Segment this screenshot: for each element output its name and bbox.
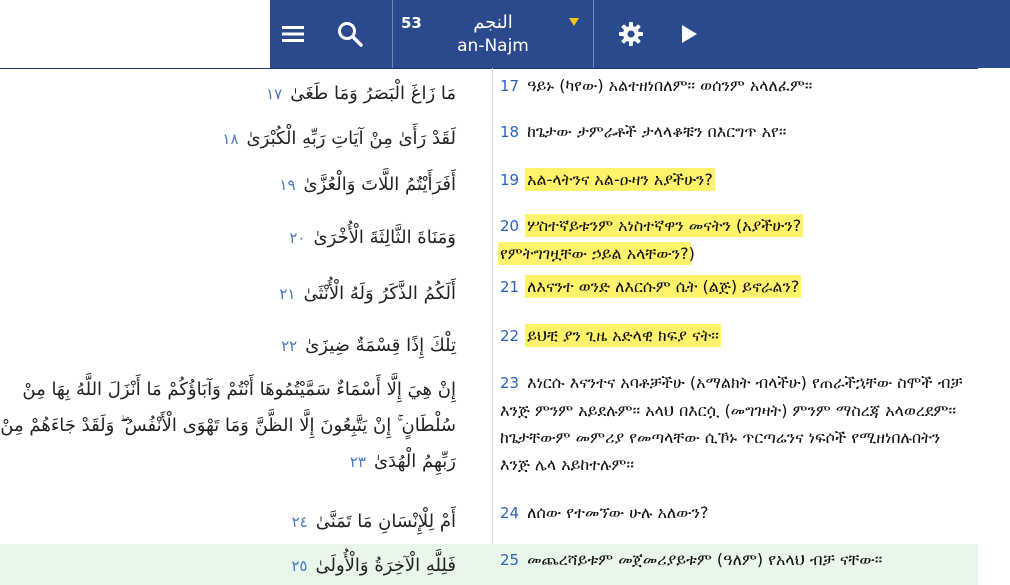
verse-number: 25 bbox=[500, 551, 520, 569]
arabic-text: أَلَكُمُ الذَّكَرُ وَلَهُ الْأُنْثَىٰ ٢١ bbox=[0, 276, 456, 312]
translation-text: 24 ለሰው የተመኘው ሁሉ አለውን? bbox=[500, 499, 970, 527]
surah-name-arabic: النجم bbox=[473, 12, 513, 33]
arabic-verse-number: ٢٤ bbox=[291, 513, 308, 531]
search-button[interactable] bbox=[324, 0, 376, 68]
translation-text: 22 ይህቺ ያን ጊዜ አድላዊ ክፍያ ናት፡፡ bbox=[500, 322, 970, 350]
verse-number: 22 bbox=[500, 327, 520, 345]
highlighted-translation: ለእናንተ ወንድ ለእርሱም ሴት (ልጅ) ይኖራልን? bbox=[527, 277, 800, 296]
arabic-verse-text: لَقَدْ رَأَىٰ مِنْ آيَاتِ رَبِّهِ الْكُب… bbox=[246, 128, 456, 149]
arabic-verse-number: ٢٥ bbox=[291, 557, 308, 575]
arabic-text: إِنْ هِيَ إِلَّا أَسْمَاءٌ سَمَّيْتُمُوه… bbox=[0, 372, 456, 480]
top-toolbar: 53 النجم an-Najm bbox=[0, 0, 1010, 69]
surah-name-latin: an-Najm bbox=[457, 36, 529, 56]
verse-number: 17 bbox=[500, 77, 520, 95]
toolbar-left-blank bbox=[0, 0, 270, 68]
translation-text: 20 ሦስተኛይቱንም አነስተኛዋን መናትን (አያችሁን? የምትግገዟቸው … bbox=[500, 212, 970, 267]
verse-number: 24 bbox=[500, 504, 520, 522]
arabic-verse-text: وَمَنَاةَ الثَّالِثَةَ الْأُخْرَىٰ bbox=[313, 227, 456, 248]
search-icon bbox=[338, 22, 363, 47]
arabic-text: مَا زَاغَ الْبَصَرُ وَمَا طَغَىٰ ١٧ bbox=[0, 76, 456, 112]
translation-text: 19 አል-ላትንና አል-ዑዛን አያችሁን? bbox=[500, 166, 970, 194]
highlighted-translation: የምትግገዟቸው ኃይል አላቸውን? bbox=[500, 244, 689, 263]
verse-row[interactable]: وَمَنَاةَ الثَّالِثَةَ الْأُخْرَىٰ ٢٠ 20 ሦ… bbox=[0, 210, 978, 272]
verse-row[interactable]: أَلَكُمُ الذَّكَرُ وَلَهُ الْأُنْثَىٰ٢١ … bbox=[0, 272, 978, 322]
arabic-verse-number: ٢٠ bbox=[289, 229, 306, 247]
arabic-verse-number: ١٨ bbox=[222, 130, 239, 148]
verse-row[interactable]: تِلْكَ إِذًا قِسْمَةٌ ضِيزَىٰ ٢٢ 22 ይህቺ ያን… bbox=[0, 322, 978, 372]
translation-text: 17 ዓይኑ (ካየው) አልተዘነበለም፡፡ ወሰንም አላለፈም፡፡ bbox=[500, 72, 970, 100]
translation: ከጌታው ታምራቶች ታላላቆቹን በእርግጥ አየ፡፡ bbox=[527, 122, 787, 141]
arabic-verse-number: ١٩ bbox=[279, 176, 296, 194]
verse-row[interactable]: إِنْ هِيَ إِلَّا أَسْمَاءٌ سَمَّيْتُمُوه… bbox=[0, 372, 978, 502]
arabic-text: فَلِلَّهِ الْآخِرَةُ وَالْأُولَىٰ ٢٥ bbox=[0, 548, 456, 584]
dropdown-arrow-icon bbox=[569, 18, 579, 26]
arabic-verse-text: أَمْ لِلْإِنْسَانِ مَا تَمَنَّىٰ bbox=[315, 511, 456, 532]
verse-number: 18 bbox=[500, 123, 520, 141]
arabic-verse-text: أَفَرَأَيْتُمُ اللَّاتَ وَالْعُزَّىٰ bbox=[303, 174, 456, 195]
arabic-verse-number: ٢١ bbox=[279, 285, 296, 303]
translation: ለሰው የተመኘው ሁሉ አለውን? bbox=[527, 503, 709, 522]
highlighted-translation: አል-ላትንና አል-ዑዛን አያችሁን? bbox=[527, 170, 713, 189]
arabic-verse-text: مَا زَاغَ الْبَصَرُ وَمَا طَغَىٰ bbox=[290, 83, 456, 104]
verse-number: 20 bbox=[500, 217, 520, 235]
arabic-verse-text: أَلَكُمُ الذَّكَرُ وَلَهُ الْأُنْثَىٰ bbox=[303, 283, 456, 304]
verse-number: 21 bbox=[500, 278, 520, 296]
arabic-text: أَمْ لِلْإِنْسَانِ مَا تَمَنَّىٰ ٢٤ bbox=[0, 504, 456, 540]
verse-number: 19 bbox=[500, 171, 520, 189]
verse-row-active[interactable]: فَلِلَّهِ الْآخِرَةُ وَالْأُولَىٰ ٢٥ 25 መጨ… bbox=[0, 544, 978, 585]
settings-button[interactable] bbox=[608, 0, 654, 68]
translation: መጨረሻይቱም መጀመሪያይቱም (ዓለም) የአላህ ብቻ ናቸው፡፡ bbox=[527, 550, 883, 569]
arabic-verse-text: إِنْ هِيَ إِلَّا أَسْمَاءٌ سَمَّيْتُمُوه… bbox=[0, 379, 456, 472]
translation: ) bbox=[688, 244, 695, 263]
verse-list: مَا زَاغَ الْبَصَرُ وَمَا طَغَىٰ ١٧ 17 ዓይኑ… bbox=[0, 68, 1010, 585]
arabic-verse-number: ٢٢ bbox=[281, 337, 298, 355]
verse-number: 23 bbox=[500, 374, 520, 392]
gear-icon bbox=[619, 22, 643, 46]
highlighted-translation: ሦስተኛይቱንም አነስተኛዋን መናትን (አያችሁን? bbox=[527, 216, 802, 235]
verse-row[interactable]: مَا زَاغَ الْبَصَرُ وَمَا طَغَىٰ ١٧ 17 ዓይኑ… bbox=[0, 68, 978, 118]
translation-text: 18 ከጌታው ታምራቶች ታላላቆቹን በእርግጥ አየ፡፡ bbox=[500, 118, 970, 146]
translation: ዓይኑ (ካየው) አልተዘነበለም፡፡ ወሰንም አላለፈም፡፡ bbox=[527, 76, 813, 95]
play-icon bbox=[682, 25, 697, 43]
verse-row[interactable]: أَمْ لِلْإِنْسَانِ مَا تَمَنَّىٰ ٢٤ 24 ለሰው… bbox=[0, 502, 978, 546]
arabic-verse-number: ٢٣ bbox=[349, 453, 366, 471]
arabic-verse-text: فَلِلَّهِ الْآخِرَةُ وَالْأُولَىٰ bbox=[315, 555, 456, 576]
menu-button[interactable] bbox=[270, 0, 316, 68]
verse-row[interactable]: أَفَرَأَيْتُمُ اللَّاتَ وَالْعُزَّىٰ ١٩ 1… bbox=[0, 166, 978, 210]
translation-text: 25 መጨረሻይቱም መጀመሪያይቱም (ዓለም) የአላህ ብቻ ናቸው፡፡ bbox=[500, 546, 970, 574]
play-button[interactable] bbox=[666, 0, 712, 68]
arabic-text: وَمَنَاةَ الثَّالِثَةَ الْأُخْرَىٰ ٢٠ bbox=[0, 220, 456, 256]
arabic-text: تِلْكَ إِذًا قِسْمَةٌ ضِيزَىٰ ٢٢ bbox=[0, 328, 456, 364]
translation: እነርሱ እናንተና አባቶቻችሁ (አማልክት ብላችሁ) የጠራችኋቸው ስ… bbox=[500, 373, 963, 474]
menu-icon bbox=[282, 26, 304, 42]
translation-text: 21 ለእናንተ ወንድ ለእርሱም ሴት (ልጅ) ይኖራልን? bbox=[500, 273, 970, 301]
verse-row[interactable]: لَقَدْ رَأَىٰ مِنْ آيَاتِ رَبِّهِ الْكُب… bbox=[0, 118, 978, 166]
translation-text: 23 እነርሱ እናንተና አባቶቻችሁ (አማልክት ብላችሁ) የጠራችኋቸው… bbox=[500, 369, 970, 478]
highlighted-translation: ይህቺ ያን ጊዜ አድላዊ ክፍያ ናት፡፡ bbox=[527, 326, 719, 345]
arabic-text: أَفَرَأَيْتُمُ اللَّاتَ وَالْعُزَّىٰ ١٩ bbox=[0, 167, 456, 203]
arabic-text: لَقَدْ رَأَىٰ مِنْ آيَاتِ رَبِّهِ الْكُب… bbox=[0, 121, 456, 157]
surah-selector[interactable]: 53 النجم an-Najm bbox=[392, 0, 594, 68]
arabic-verse-number: ١٧ bbox=[266, 85, 283, 103]
arabic-verse-text: تِلْكَ إِذًا قِسْمَةٌ ضِيزَىٰ bbox=[305, 335, 456, 356]
